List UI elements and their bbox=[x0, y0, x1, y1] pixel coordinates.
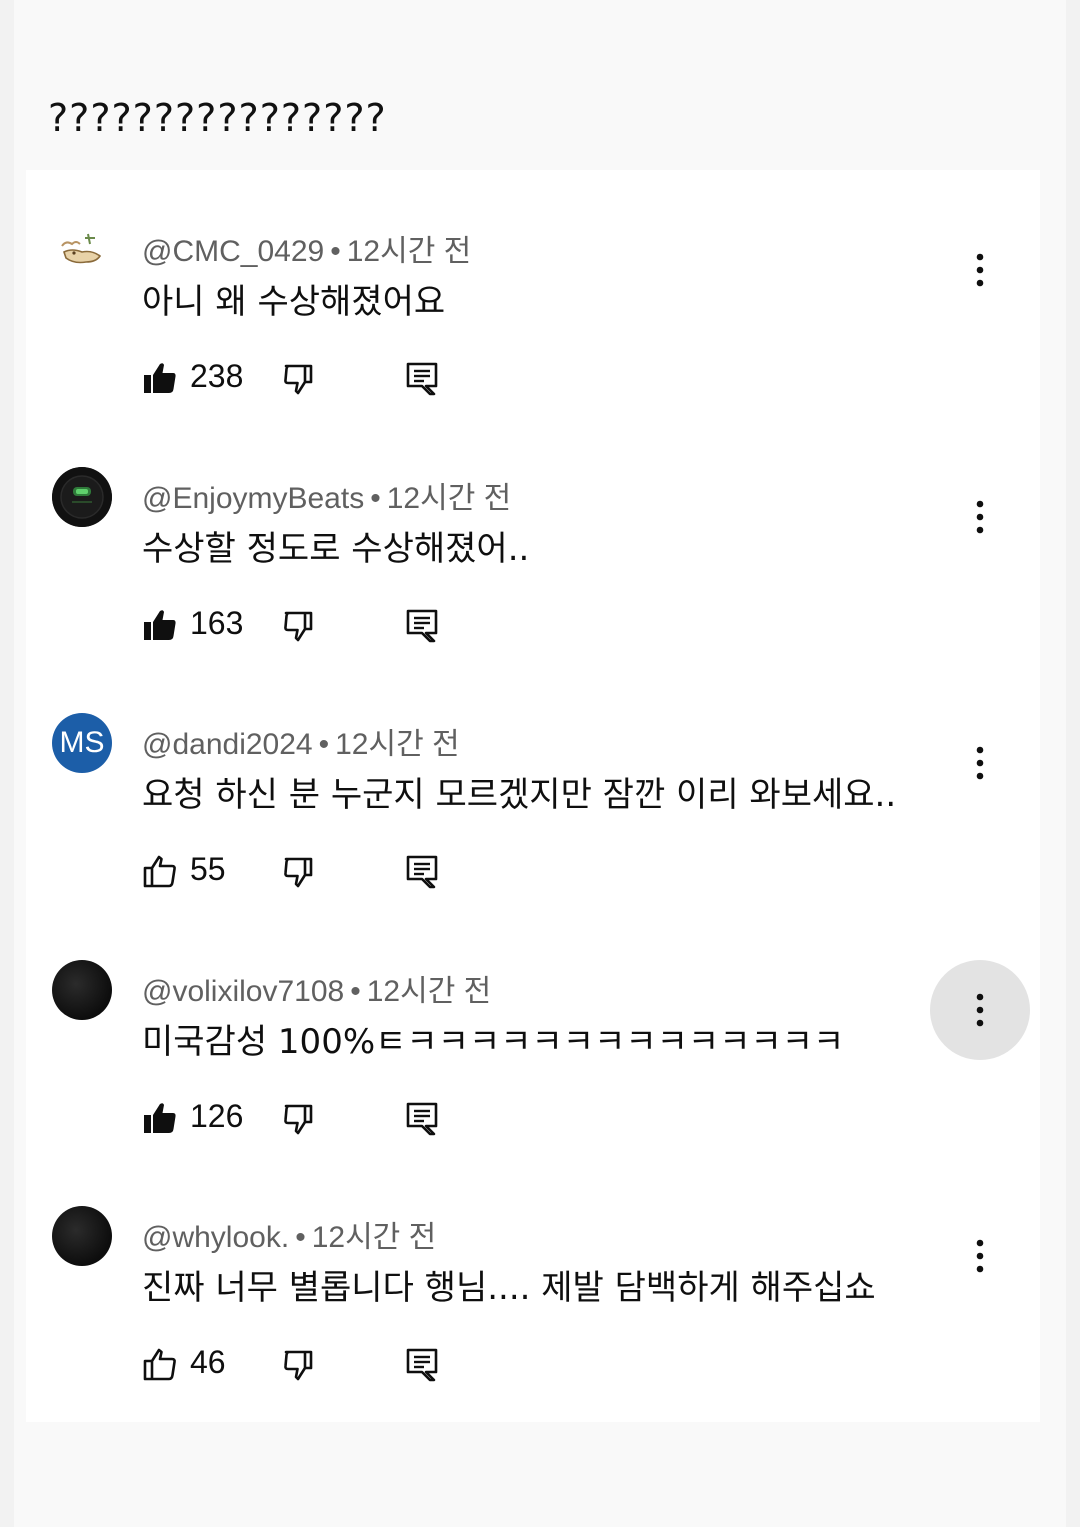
avatar[interactable] bbox=[52, 959, 112, 1020]
like-count: 55 bbox=[190, 851, 226, 887]
comment-time: 12시간 전 bbox=[311, 1221, 437, 1254]
avatar[interactable] bbox=[52, 220, 112, 280]
thumb-up-outline-icon[interactable] bbox=[142, 1346, 178, 1382]
separator-dot: • bbox=[350, 974, 361, 1008]
more-vertical-icon bbox=[976, 253, 984, 287]
comment-meta: @CMC_0429 • 12시간 전 bbox=[142, 226, 471, 270]
more-options-button[interactable] bbox=[930, 959, 1030, 1060]
reply-icon[interactable] bbox=[404, 360, 440, 396]
reply-icon[interactable] bbox=[404, 1346, 440, 1382]
comment-actions: 46 bbox=[142, 1342, 542, 1386]
more-vertical-icon bbox=[976, 1239, 984, 1273]
dislike-icon[interactable] bbox=[280, 1346, 316, 1382]
comment-author[interactable]: @CMC_0429 bbox=[142, 235, 324, 268]
thumb-up-filled-icon[interactable] bbox=[142, 1100, 178, 1136]
comment-item: @EnjoymyBeats • 12시간 전 수상할 정도로 수상해졌어.. 163 bbox=[26, 417, 1040, 663]
comment-author[interactable]: @dandi2024 bbox=[142, 728, 313, 761]
comments-card: @CMC_0429 • 12시간 전 아니 왜 수상해졌어요 238 @Enjo… bbox=[26, 170, 1040, 1422]
reply-icon[interactable] bbox=[404, 1100, 440, 1136]
thumb-up-outline-icon[interactable] bbox=[142, 853, 178, 889]
separator-dot: • bbox=[318, 728, 330, 761]
comment-actions: 126 bbox=[142, 1096, 542, 1140]
comment-item: @volixilov7108 • 12시간 전 미국감성 100%ㅌㅋㅋㅋㅋㅋㅋㅋㅋ… bbox=[26, 910, 1040, 1156]
like-count: 163 bbox=[190, 604, 244, 641]
more-vertical-icon bbox=[976, 993, 984, 1026]
comment-author[interactable]: @volixilov7108 bbox=[142, 975, 344, 1008]
reply-icon[interactable] bbox=[404, 853, 440, 889]
comment-time: 12시간 전 bbox=[346, 235, 472, 268]
avatar[interactable]: MS bbox=[52, 713, 112, 773]
post-heading: ???????????????? bbox=[48, 96, 387, 140]
comment-text: 미국감성 100%ㅌㅋㅋㅋㅋㅋㅋㅋㅋㅋㅋㅋㅋㅋㅋ bbox=[142, 1021, 845, 1062]
like-count: 46 bbox=[190, 1344, 226, 1380]
more-options-button[interactable] bbox=[930, 220, 1030, 320]
more-vertical-icon bbox=[976, 746, 984, 780]
avatar[interactable] bbox=[52, 1206, 112, 1266]
comment-text: 수상할 정도로 수상해졌어.. bbox=[142, 528, 530, 569]
comment-text: 아니 왜 수상해졌어요 bbox=[142, 282, 446, 322]
separator-dot: • bbox=[295, 1221, 306, 1254]
comment-actions: 238 bbox=[142, 356, 542, 400]
comment-text: 진짜 너무 별롭니다 행님.... 제발 담백하게 해주십쇼 bbox=[142, 1268, 876, 1308]
comment-text: 요청 하신 분 누군지 모르겠지만 잠깐 이리 와보세요.. bbox=[142, 775, 897, 815]
comment-item: @CMC_0429 • 12시간 전 아니 왜 수상해졌어요 238 bbox=[26, 170, 1040, 416]
comment-actions: 55 bbox=[142, 849, 542, 893]
reply-icon[interactable] bbox=[404, 607, 440, 643]
comment-meta: @EnjoymyBeats • 12시간 전 bbox=[142, 473, 511, 517]
thumb-up-filled-icon[interactable] bbox=[142, 360, 178, 396]
like-count: 238 bbox=[190, 358, 244, 394]
avatar[interactable] bbox=[52, 466, 112, 527]
separator-dot: • bbox=[370, 481, 381, 515]
comment-item: MS @dandi2024 • 12시간 전 요청 하신 분 누군지 모르겠지만 잠… bbox=[26, 663, 1040, 909]
more-vertical-icon bbox=[976, 500, 984, 533]
thumb-up-filled-icon[interactable] bbox=[142, 607, 178, 643]
more-options-button[interactable] bbox=[930, 1206, 1030, 1306]
comment-time: 12시간 전 bbox=[335, 728, 460, 761]
comment-time: 12시간 전 bbox=[386, 481, 512, 515]
comment-actions: 163 bbox=[142, 603, 542, 647]
comment-meta: @whylook. • 12시간 전 bbox=[142, 1212, 436, 1256]
dislike-icon[interactable] bbox=[280, 1100, 316, 1136]
comment-author[interactable]: @EnjoymyBeats bbox=[142, 482, 364, 515]
screen-background: ???????????????? @CMC_0429 • 12시간 전 아니 왜 수… bbox=[0, 0, 1080, 1527]
comment-meta: @volixilov7108 • 12시간 전 bbox=[142, 966, 491, 1010]
more-options-button[interactable] bbox=[930, 713, 1030, 813]
comment-item: @whylook. • 12시간 전 진짜 너무 별롭니다 행님.... 제발 담백… bbox=[26, 1156, 1040, 1402]
like-count: 126 bbox=[190, 1097, 244, 1134]
comment-meta: @dandi2024 • 12시간 전 bbox=[142, 719, 460, 763]
dislike-icon[interactable] bbox=[280, 853, 316, 889]
dislike-icon[interactable] bbox=[280, 607, 316, 643]
dislike-icon[interactable] bbox=[280, 360, 316, 396]
comment-author[interactable]: @whylook. bbox=[142, 1221, 289, 1254]
more-options-button[interactable] bbox=[930, 467, 1030, 567]
separator-dot: • bbox=[330, 235, 341, 268]
comment-time: 12시간 전 bbox=[366, 974, 492, 1008]
